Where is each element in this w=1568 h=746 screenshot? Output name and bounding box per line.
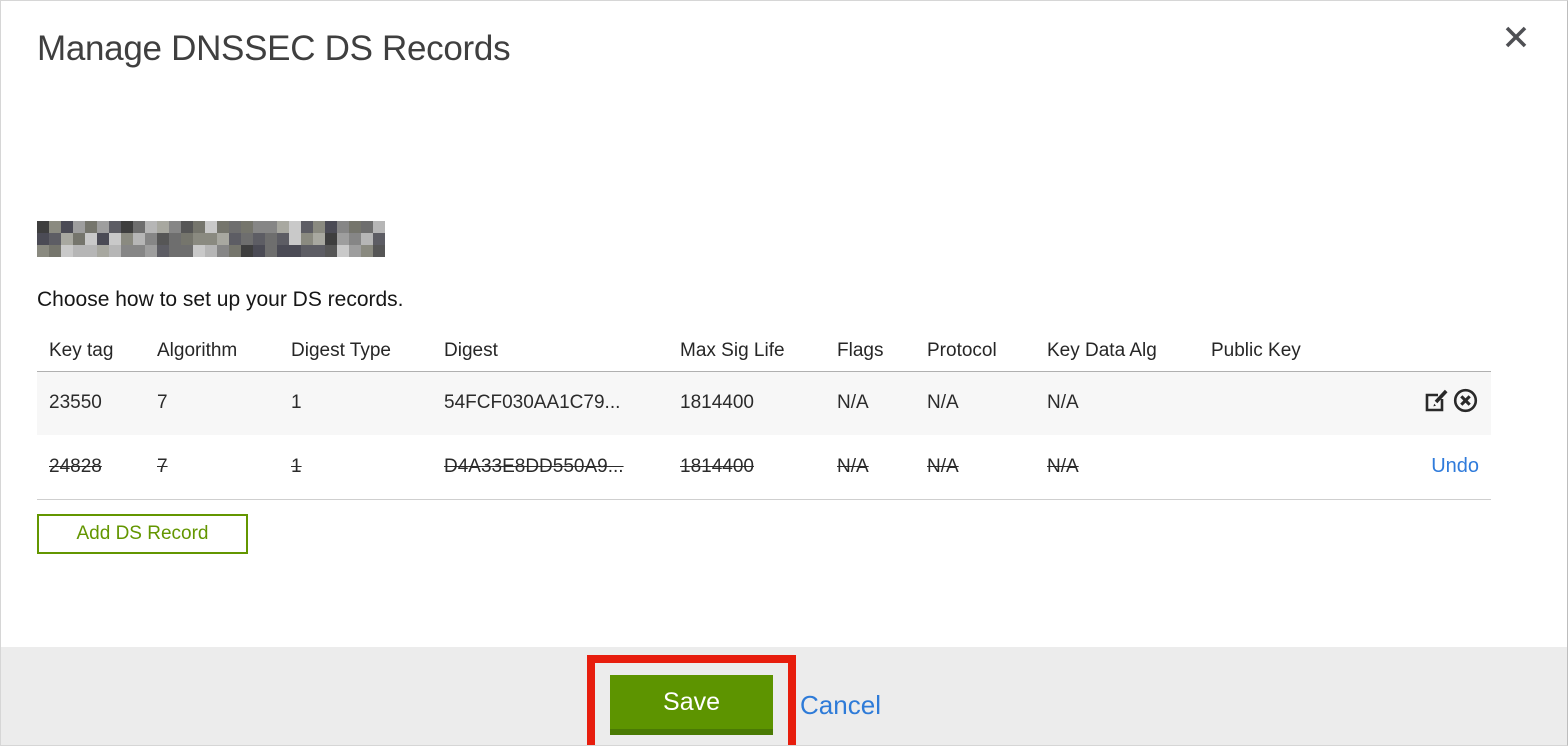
dnssec-modal: Manage DNSSEC DS Records Choose how to s…	[0, 0, 1568, 746]
column-header-digest: Digest	[444, 331, 680, 372]
cell-algorithm: 7	[157, 371, 291, 435]
row-actions: Undo	[1361, 435, 1491, 500]
edit-record-icon[interactable]	[1423, 387, 1450, 414]
column-header-digest-type: Digest Type	[291, 331, 444, 372]
annotation-highlight-box: Save	[587, 655, 797, 745]
table-header-row: Key tag Algorithm Digest Type Digest Max…	[37, 331, 1491, 372]
modal-footer: Save Cancel	[1, 647, 1567, 745]
cell-key-data-alg: N/A	[1047, 371, 1211, 435]
column-header-public-key: Public Key	[1211, 331, 1361, 372]
add-ds-record-button[interactable]: Add DS Record	[37, 513, 248, 554]
column-header-key-data-alg: Key Data Alg	[1047, 331, 1211, 372]
table-row: 23550 7 1 54FCF030AA1C79... 1814400 N/A …	[37, 371, 1491, 435]
cancel-link[interactable]: Cancel	[800, 690, 881, 721]
cell-max-sig-life: 1814400	[680, 371, 837, 435]
cell-digest: D4A33E8DD550A9...	[444, 435, 680, 500]
cell-public-key	[1211, 435, 1361, 500]
cell-max-sig-life: 1814400	[680, 435, 837, 500]
cell-key-tag: 24828	[37, 435, 157, 500]
cell-digest: 54FCF030AA1C79...	[444, 371, 680, 435]
undo-link[interactable]: Undo	[1431, 455, 1479, 477]
column-header-algorithm: Algorithm	[157, 331, 291, 372]
row-actions	[1361, 371, 1491, 435]
modal-content: Manage DNSSEC DS Records Choose how to s…	[1, 27, 1567, 647]
cell-flags: N/A	[837, 371, 927, 435]
cell-protocol: N/A	[927, 371, 1047, 435]
column-header-actions	[1361, 331, 1491, 372]
column-header-protocol: Protocol	[927, 331, 1047, 372]
page-title: Manage DNSSEC DS Records	[37, 29, 511, 68]
redacted-domain-name	[37, 221, 385, 257]
cell-flags: N/A	[837, 435, 927, 500]
cell-public-key	[1211, 371, 1361, 435]
save-button[interactable]: Save	[610, 675, 774, 735]
cell-algorithm: 7	[157, 435, 291, 500]
table-row-deleted: 24828 7 1 D4A33E8DD550A9... 1814400 N/A …	[37, 435, 1491, 500]
column-header-key-tag: Key tag	[37, 331, 157, 372]
cell-digest-type: 1	[291, 435, 444, 500]
cell-protocol: N/A	[927, 435, 1047, 500]
cell-digest-type: 1	[291, 371, 444, 435]
instruction-text: Choose how to set up your DS records.	[37, 288, 404, 311]
cell-key-tag: 23550	[37, 371, 157, 435]
delete-record-icon[interactable]	[1452, 387, 1479, 414]
ds-records-table: Key tag Algorithm Digest Type Digest Max…	[37, 331, 1491, 500]
column-header-flags: Flags	[837, 331, 927, 372]
cell-key-data-alg: N/A	[1047, 435, 1211, 500]
column-header-max-sig-life: Max Sig Life	[680, 331, 837, 372]
